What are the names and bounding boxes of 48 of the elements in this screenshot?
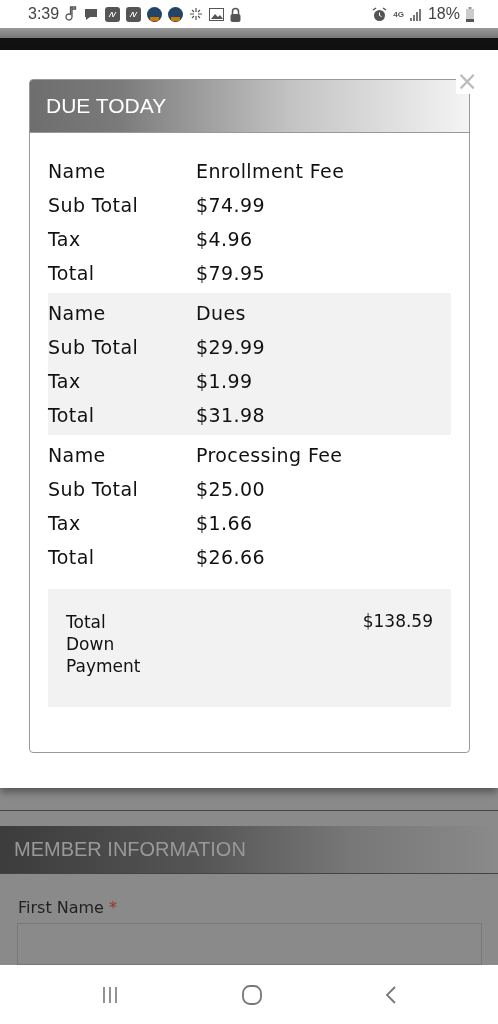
row-label: Tax <box>48 511 82 534</box>
row-label: Total <box>48 261 96 284</box>
network-label: 4G <box>393 9 404 19</box>
section-title: MEMBER INFORMATION <box>14 838 246 862</box>
row-value: $4.96 <box>196 227 253 250</box>
row-label: Total <box>48 545 96 568</box>
signal-icon <box>409 7 422 21</box>
row-value: $1.99 <box>196 369 253 392</box>
row-value: $74.99 <box>196 193 265 216</box>
app-icon <box>105 6 121 22</box>
app-icon <box>126 6 142 22</box>
app-icon <box>147 6 163 22</box>
row-label: Name <box>48 301 107 324</box>
status-time: 3:39 <box>28 5 60 23</box>
row-label: Sub Total <box>48 335 140 358</box>
row-label: Tax <box>48 369 82 392</box>
card-title: DUE TODAY <box>46 93 167 118</box>
alarm-icon <box>372 6 388 22</box>
row-value: $31.98 <box>196 403 265 426</box>
row-value: Processing Fee <box>196 443 343 466</box>
chat-icon <box>83 6 100 22</box>
row-value: $26.66 <box>196 545 265 568</box>
row-value: $1.66 <box>196 511 253 534</box>
row-label: Name <box>48 443 107 466</box>
back-icon[interactable] <box>384 984 397 1005</box>
row-label: Sub Total <box>48 477 140 500</box>
sparkle-icon <box>189 7 204 21</box>
total-value: $138.59 <box>362 610 433 633</box>
field-label: First Name <box>18 898 104 918</box>
image-icon <box>209 7 225 21</box>
row-value: Enrollment Fee <box>196 159 345 182</box>
home-icon[interactable] <box>242 984 262 1005</box>
lock-icon <box>230 6 242 22</box>
row-value: Dues <box>196 301 246 324</box>
required-mark: * <box>109 898 118 918</box>
row-value: $25.00 <box>196 477 265 500</box>
row-label: Tax <box>48 227 82 250</box>
recent-apps-icon[interactable] <box>101 985 120 1004</box>
row-value: $29.99 <box>196 335 265 358</box>
total-label: Total Down Payment <box>66 610 142 678</box>
row-label: Total <box>48 403 96 426</box>
battery-percent: 18% <box>427 5 460 23</box>
row-value: $79.95 <box>196 261 265 284</box>
app-icon <box>168 6 184 22</box>
battery-icon <box>466 6 474 22</box>
row-label: Name <box>48 159 107 182</box>
music-note-icon <box>65 6 78 22</box>
row-label: Sub Total <box>48 193 140 216</box>
